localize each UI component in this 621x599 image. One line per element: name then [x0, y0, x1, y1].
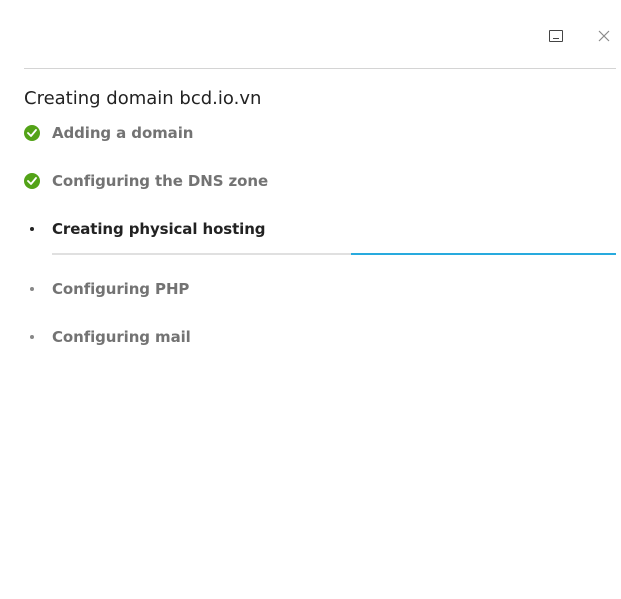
step-label: Configuring the DNS zone	[52, 172, 269, 190]
dialog-title-bar	[24, 0, 616, 69]
step-item-active: Creating physical hosting	[24, 217, 616, 241]
bullet-icon	[30, 227, 34, 231]
step-item: Configuring mail	[24, 325, 616, 349]
dialog-title: Creating domain bcd.io.vn	[24, 88, 262, 109]
check-icon	[24, 173, 40, 189]
progress-dialog: Creating domain bcd.io.vn Adding a domai…	[0, 0, 621, 599]
step-label: Configuring mail	[52, 328, 191, 346]
close-button[interactable]	[592, 24, 616, 48]
bullet-icon	[30, 335, 34, 339]
bullet-icon	[30, 287, 34, 291]
step-item: Configuring the DNS zone	[24, 169, 616, 193]
check-icon	[24, 125, 40, 141]
step-label: Adding a domain	[52, 124, 194, 142]
minimize-button[interactable]	[544, 24, 568, 48]
step-list: Adding a domain Configuring the DNS zone…	[24, 121, 616, 349]
progress-bar	[52, 253, 616, 255]
progress-bar-fill	[350, 253, 616, 255]
close-icon	[598, 30, 610, 42]
step-label: Configuring PHP	[52, 280, 190, 298]
step-label: Creating physical hosting	[52, 220, 266, 238]
minimize-icon	[549, 30, 563, 42]
step-item: Adding a domain	[24, 121, 616, 145]
step-item: Configuring PHP	[24, 277, 616, 301]
